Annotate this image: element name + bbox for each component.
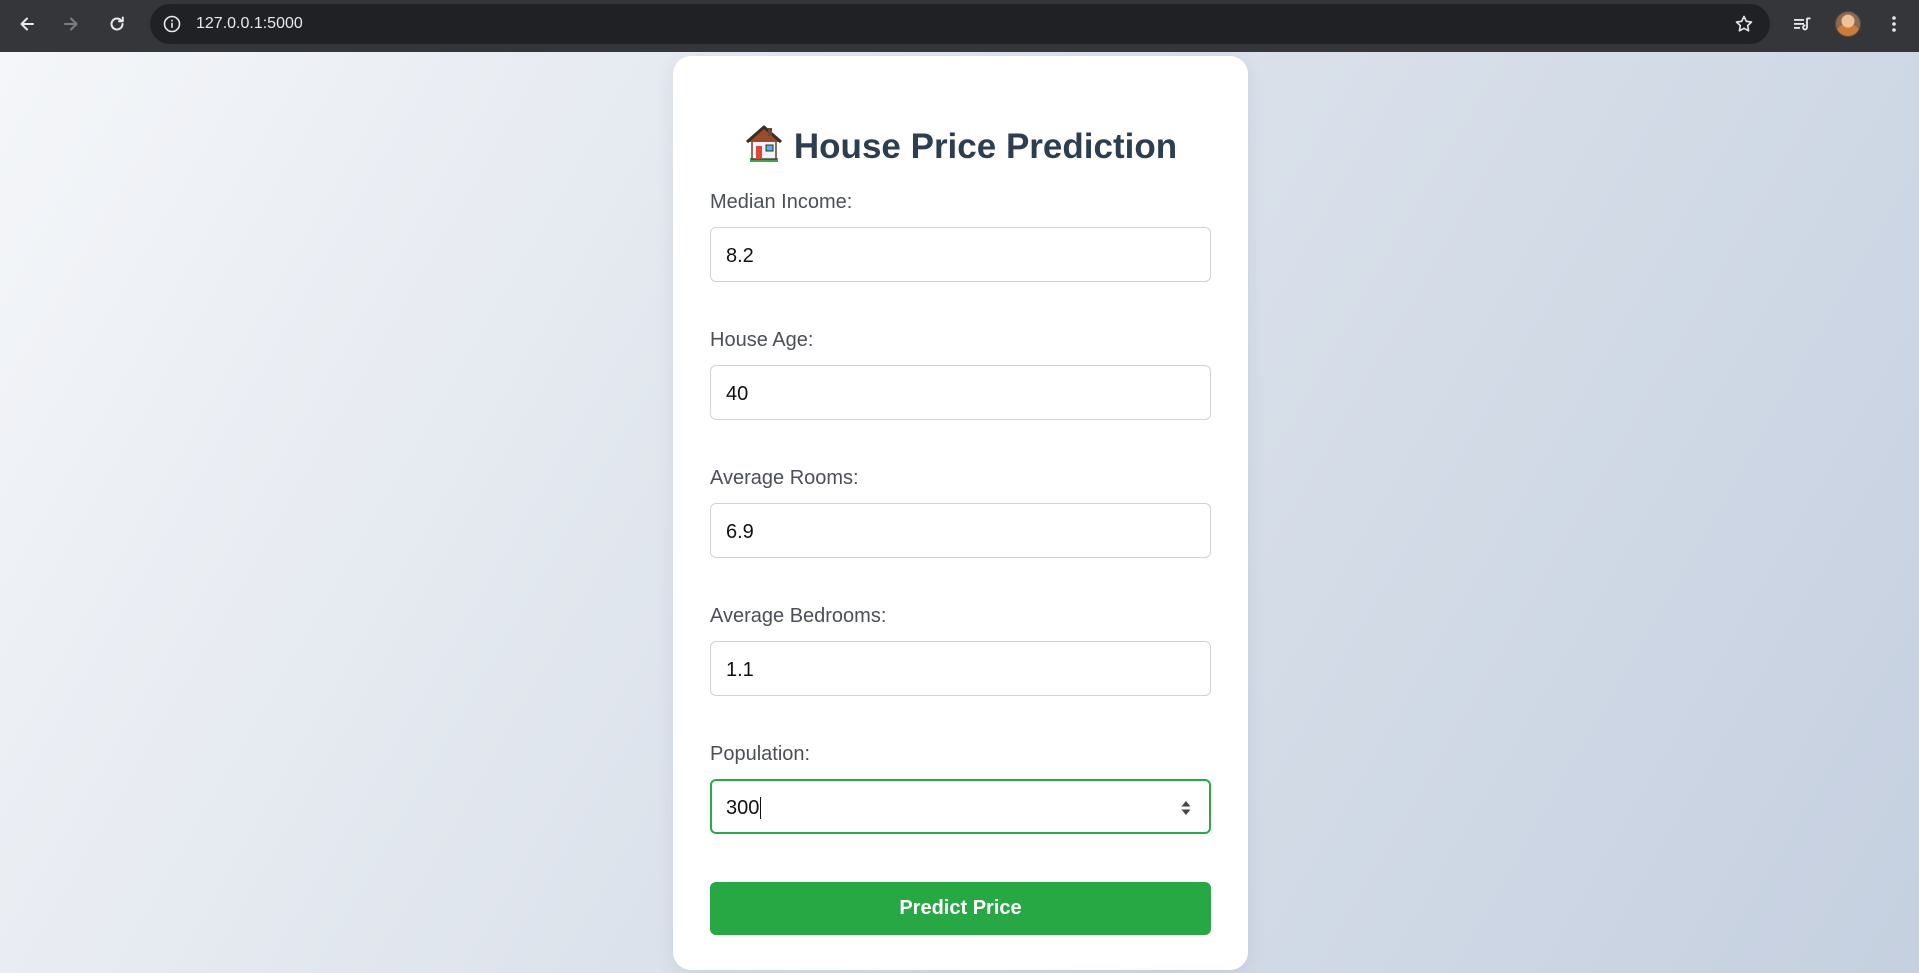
reload-button[interactable] bbox=[97, 4, 137, 44]
house-age-value: 40 bbox=[726, 383, 749, 405]
star-icon[interactable] bbox=[1732, 12, 1756, 36]
kebab-menu-icon bbox=[1892, 16, 1896, 32]
median-income-label: Median Income: bbox=[710, 191, 853, 213]
median-income-value: 8.2 bbox=[726, 245, 754, 267]
house-age-label: House Age: bbox=[710, 329, 814, 351]
predict-price-button[interactable]: Predict Price bbox=[710, 882, 1211, 935]
browser-toolbar: 127.0.0.1:5000 bbox=[0, 0, 1919, 52]
info-icon[interactable] bbox=[160, 12, 184, 36]
reload-icon bbox=[110, 16, 124, 31]
population-value-text: 300 bbox=[726, 797, 760, 819]
average-bedrooms-input[interactable]: 1.1 bbox=[710, 641, 1211, 696]
average-rooms-label: Average Rooms: bbox=[710, 467, 859, 489]
profile-button[interactable] bbox=[1830, 6, 1866, 42]
page-background: House Price Prediction Median Income: 8.… bbox=[0, 52, 1919, 973]
forward-button[interactable] bbox=[51, 4, 91, 44]
average-bedrooms-value: 1.1 bbox=[726, 659, 754, 681]
arrow-right-icon bbox=[64, 17, 78, 31]
average-rooms-value: 6.9 bbox=[726, 521, 754, 543]
population-input[interactable]: 300 bbox=[710, 779, 1211, 834]
media-controls-icon bbox=[1794, 17, 1811, 31]
median-income-input[interactable]: 8.2 bbox=[710, 227, 1211, 282]
text-caret bbox=[760, 797, 762, 819]
page-title-text: House Price Prediction bbox=[793, 127, 1178, 166]
average-bedrooms-label: Average Bedrooms: bbox=[710, 605, 887, 627]
page-title: House Price Prediction bbox=[673, 122, 1248, 167]
url-text[interactable]: 127.0.0.1:5000 bbox=[196, 15, 303, 33]
number-spinner-icon[interactable] bbox=[1179, 798, 1193, 818]
house-age-input[interactable]: 40 bbox=[710, 365, 1211, 420]
house-icon bbox=[745, 125, 782, 162]
population-value: 300 bbox=[726, 797, 762, 819]
population-label: Population: bbox=[710, 743, 811, 765]
back-button[interactable] bbox=[7, 4, 47, 44]
arrow-left-icon bbox=[20, 17, 34, 31]
prediction-card: House Price Prediction Median Income: 8.… bbox=[673, 56, 1248, 970]
avatar bbox=[1835, 11, 1861, 37]
address-bar[interactable]: 127.0.0.1:5000 bbox=[150, 4, 1770, 44]
menu-button[interactable] bbox=[1876, 6, 1912, 42]
media-controls-button[interactable] bbox=[1784, 6, 1820, 42]
average-rooms-input[interactable]: 6.9 bbox=[710, 503, 1211, 558]
